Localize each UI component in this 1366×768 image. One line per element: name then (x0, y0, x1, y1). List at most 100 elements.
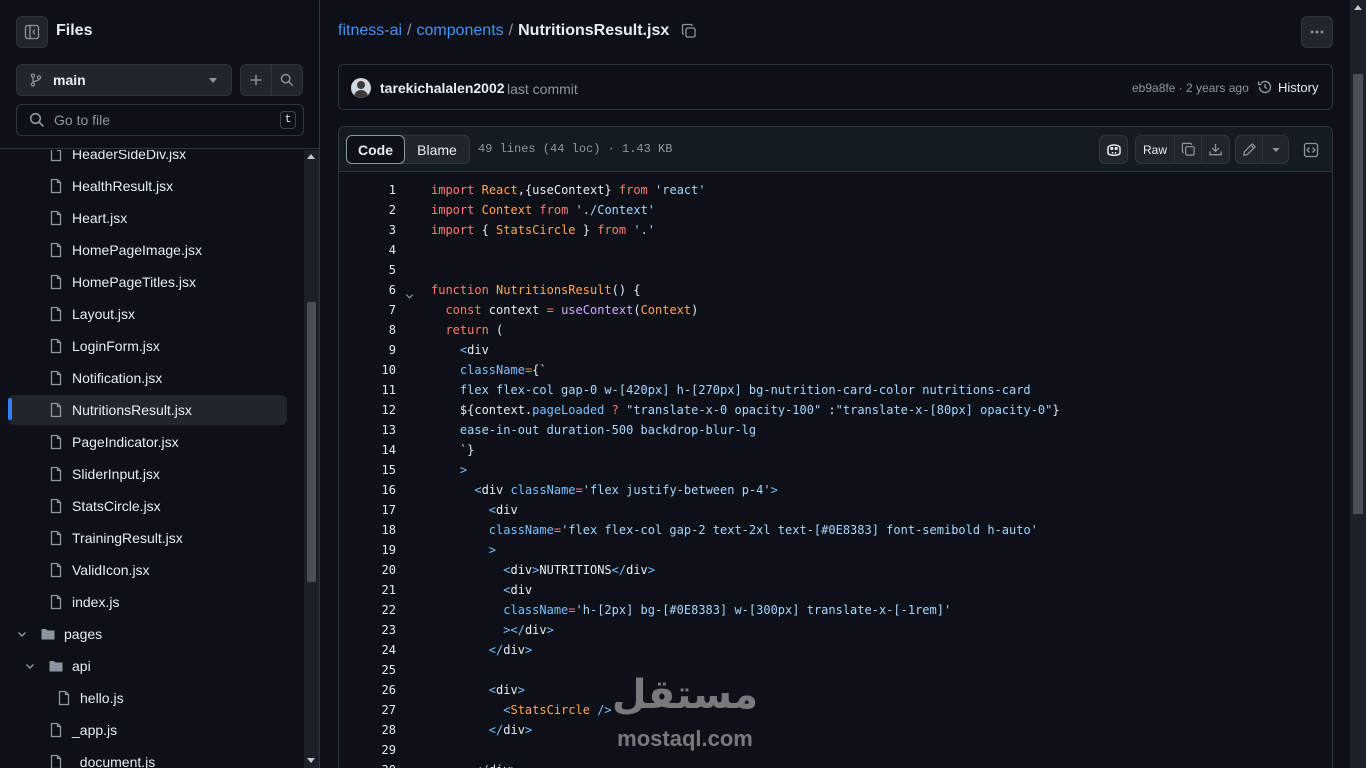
avatar[interactable] (351, 78, 371, 98)
tree-file-item[interactable]: HomePageImage.jsx (8, 235, 287, 265)
tree-file-item[interactable]: index.js (8, 587, 287, 617)
line-number[interactable]: 22 (339, 600, 396, 620)
sidebar-scrollbar[interactable] (304, 150, 319, 768)
chevron-down-icon[interactable] (16, 628, 28, 640)
line-number[interactable]: 18 (339, 520, 396, 540)
tree-file-item[interactable]: HealthResult.jsx (8, 171, 287, 201)
code-line[interactable]: 7 const context = useContext(Context) (339, 300, 1332, 320)
line-number[interactable]: 13 (339, 420, 396, 440)
code-line[interactable]: 26 <div> (339, 680, 1332, 700)
copilot-button[interactable] (1099, 135, 1128, 164)
line-number[interactable]: 15 (339, 460, 396, 480)
tree-file-item[interactable]: NutritionsResult.jsx (8, 395, 287, 425)
download-button[interactable] (1201, 135, 1230, 164)
line-number[interactable]: 19 (339, 540, 396, 560)
line-number[interactable]: 27 (339, 700, 396, 720)
line-number[interactable]: 21 (339, 580, 396, 600)
search-code-button[interactable] (271, 64, 303, 96)
line-number[interactable]: 2 (339, 200, 396, 220)
code-line[interactable]: 2 import Context from './Context' (339, 200, 1332, 220)
chevron-down-icon[interactable] (24, 660, 36, 672)
go-to-file-input[interactable]: Go to file t (16, 104, 304, 136)
commit-hash-and-time[interactable]: eb9a8fe · 2 years ago (1132, 81, 1249, 95)
code-line[interactable]: 3 import { StatsCircle } from '.' (339, 220, 1332, 240)
line-number[interactable]: 28 (339, 720, 396, 740)
line-number[interactable]: 24 (339, 640, 396, 660)
breadcrumb-repo-link[interactable]: fitness-ai (338, 22, 402, 40)
tree-file-item[interactable]: Notification.jsx (8, 363, 287, 393)
tree-file-item[interactable]: SliderInput.jsx (8, 459, 287, 489)
line-number[interactable]: 4 (339, 240, 396, 260)
scroll-down-arrow-icon[interactable] (307, 758, 315, 763)
tree-file-item[interactable]: HeaderSideDiv.jsx (8, 150, 287, 169)
line-number[interactable]: 9 (339, 340, 396, 360)
commit-author-link[interactable]: tarekichalalen2002 (380, 80, 505, 96)
tree-folder-pages[interactable]: pages (8, 619, 287, 649)
copy-raw-button[interactable] (1174, 135, 1202, 164)
code-line[interactable]: 10 className={` (339, 360, 1332, 380)
line-number[interactable]: 1 (339, 180, 396, 200)
line-number[interactable]: 8 (339, 320, 396, 340)
edit-file-button[interactable] (1235, 135, 1263, 164)
commit-message-link[interactable]: last commit (507, 81, 578, 97)
raw-button[interactable]: Raw (1135, 135, 1175, 164)
tab-code[interactable]: Code (346, 135, 405, 164)
copy-path-button[interactable] (681, 23, 697, 39)
tree-file-item[interactable]: hello.js (8, 683, 287, 713)
branch-selector[interactable]: main (16, 64, 232, 96)
line-number[interactable]: 30 (339, 760, 396, 768)
line-number[interactable]: 26 (339, 680, 396, 700)
tree-file-item[interactable]: PageIndicator.jsx (8, 427, 287, 457)
code-line[interactable]: 23 ></div> (339, 620, 1332, 640)
tree-folder-api[interactable]: api (8, 651, 287, 681)
edit-options-dropdown[interactable] (1262, 135, 1289, 164)
add-file-button[interactable] (240, 64, 272, 96)
line-number[interactable]: 17 (339, 500, 396, 520)
code-line[interactable]: 20 <div>NUTRITIONS</div> (339, 560, 1332, 580)
code-line[interactable]: 21 <div (339, 580, 1332, 600)
code-line[interactable]: 27 <StatsCircle /> (339, 700, 1332, 720)
tree-file-item[interactable]: HomePageTitles.jsx (8, 267, 287, 297)
code-line[interactable]: 12 ${context.pageLoaded ? "translate-x-0… (339, 400, 1332, 420)
line-number[interactable]: 6 (339, 280, 396, 300)
code-line[interactable]: 9 <div (339, 340, 1332, 360)
tree-file-item[interactable]: TrainingResult.jsx (8, 523, 287, 553)
line-number[interactable]: 23 (339, 620, 396, 640)
breadcrumb-folder-link[interactable]: components (416, 22, 503, 40)
code-line[interactable]: 4 (339, 240, 1332, 260)
page-scrollbar[interactable] (1350, 0, 1366, 768)
line-number[interactable]: 14 (339, 440, 396, 460)
code-line[interactable]: 18 className='flex flex-col gap-2 text-2… (339, 520, 1332, 540)
tree-file-item[interactable]: Layout.jsx (8, 299, 287, 329)
tree-file-item[interactable]: LoginForm.jsx (8, 331, 287, 361)
history-button[interactable]: History (1257, 79, 1318, 95)
code-line[interactable]: 28 </div> (339, 720, 1332, 740)
code-line[interactable]: 11 flex flex-col gap-0 w-[420px] h-[270p… (339, 380, 1332, 400)
fold-chevron-icon[interactable] (405, 287, 414, 299)
line-number[interactable]: 5 (339, 260, 396, 280)
line-number[interactable]: 16 (339, 480, 396, 500)
code-line[interactable]: 17 <div (339, 500, 1332, 520)
code-line[interactable]: 6 function NutritionsResult() { (339, 280, 1332, 300)
code-line[interactable]: 16 <div className='flex justify-between … (339, 480, 1332, 500)
code-line[interactable]: 14 `} (339, 440, 1332, 460)
tree-file-item[interactable]: _app.js (8, 715, 287, 745)
code-line[interactable]: 5 (339, 260, 1332, 280)
code-line[interactable]: 13 ease-in-out duration-500 backdrop-blu… (339, 420, 1332, 440)
more-options-button[interactable] (1301, 16, 1333, 48)
code-line[interactable]: 24 </div> (339, 640, 1332, 660)
code-line[interactable]: 29 (339, 740, 1332, 760)
code-line[interactable]: 8 return ( (339, 320, 1332, 340)
scroll-up-arrow-icon[interactable] (1354, 5, 1362, 10)
line-number[interactable]: 25 (339, 660, 396, 680)
collapse-sidebar-button[interactable] (16, 16, 48, 48)
tree-file-item[interactable]: StatsCircle.jsx (8, 491, 287, 521)
code-line[interactable]: 1 import React,{useContext} from 'react' (339, 180, 1332, 200)
sidebar-scroll-thumb[interactable] (307, 302, 316, 582)
code-line[interactable]: 25 (339, 660, 1332, 680)
symbols-panel-button[interactable] (1296, 135, 1325, 164)
code-line[interactable]: 22 className='h-[2px] bg-[#0E8383] w-[30… (339, 600, 1332, 620)
code-lines[interactable]: 1 import React,{useContext} from 'react' 2… (339, 173, 1332, 768)
tree-file-item[interactable]: _document.js (8, 747, 287, 768)
line-number[interactable]: 10 (339, 360, 396, 380)
